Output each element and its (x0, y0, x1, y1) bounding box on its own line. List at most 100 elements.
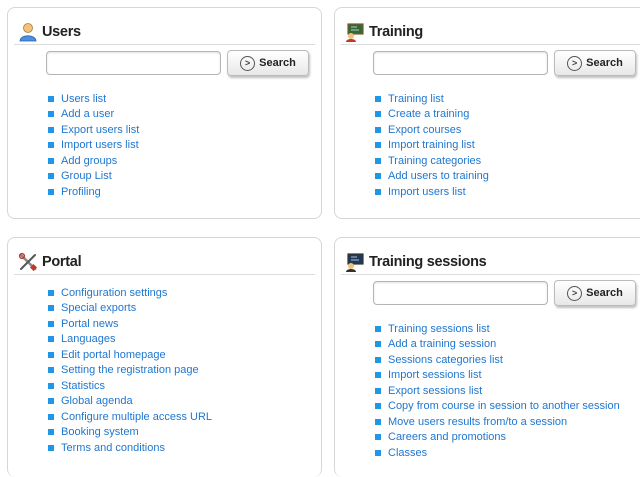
list-item[interactable]: Configuration settings (48, 285, 212, 301)
training-search-button[interactable]: > Search (554, 50, 636, 76)
portal-divider (14, 274, 315, 275)
list-item[interactable]: Global agenda (48, 394, 212, 410)
bullet-icon (375, 188, 381, 195)
users-link[interactable]: Profiling (61, 186, 101, 198)
sessions-link[interactable]: Import sessions list (388, 369, 482, 381)
sessions-link[interactable]: Move users results from/to a session (388, 416, 567, 428)
bullet-icon (375, 418, 381, 425)
list-item[interactable]: Training list (375, 91, 489, 107)
blackboard-icon (345, 22, 365, 42)
list-item[interactable]: Sessions categories list (375, 352, 620, 368)
sessions-link[interactable]: Careers and promotions (388, 431, 506, 443)
portal-link[interactable]: Terms and conditions (61, 442, 165, 454)
bullet-icon (48, 367, 54, 374)
chevron-right-icon: > (567, 55, 583, 71)
users-header: Users (18, 20, 321, 44)
training-links: Training list Create a training Export c… (375, 91, 489, 200)
list-item[interactable]: Careers and promotions (375, 430, 620, 446)
list-item[interactable]: Add a user (48, 107, 139, 123)
training-link[interactable]: Add users to training (388, 170, 489, 182)
blackboard-icon (345, 252, 365, 272)
bullet-icon (375, 126, 381, 133)
bullet-icon (48, 289, 54, 296)
portal-link[interactable]: Languages (61, 333, 115, 345)
list-item[interactable]: Add users to training (375, 169, 489, 185)
list-item[interactable]: Terms and conditions (48, 440, 212, 456)
training-link[interactable]: Import training list (388, 139, 475, 151)
bullet-icon (375, 157, 381, 164)
list-item[interactable]: Profiling (48, 184, 139, 200)
sessions-search-input[interactable] (373, 281, 548, 305)
list-item[interactable]: Languages (48, 332, 212, 348)
portal-link[interactable]: Configure multiple access URL (61, 411, 212, 423)
list-item[interactable]: Add groups (48, 153, 139, 169)
list-item[interactable]: Edit portal homepage (48, 347, 212, 363)
training-link[interactable]: Training list (388, 93, 444, 105)
list-item[interactable]: Setting the registration page (48, 363, 212, 379)
list-item[interactable]: Portal news (48, 316, 212, 332)
portal-header: Portal (18, 250, 321, 274)
list-item[interactable]: Special exports (48, 301, 212, 317)
training-link[interactable]: Create a training (388, 108, 469, 120)
users-search-button[interactable]: > Search (227, 50, 309, 76)
bullet-icon (48, 111, 54, 118)
users-search-input[interactable] (46, 51, 221, 75)
sessions-link[interactable]: Copy from course in session to another s… (388, 400, 620, 412)
portal-link[interactable]: Statistics (61, 380, 105, 392)
list-item[interactable]: Import training list (375, 138, 489, 154)
list-item[interactable]: Training sessions list (375, 321, 620, 337)
list-item[interactable]: Create a training (375, 107, 489, 123)
users-link[interactable]: Add a user (61, 108, 114, 120)
bullet-icon (48, 398, 54, 405)
portal-link[interactable]: Global agenda (61, 395, 133, 407)
sessions-link[interactable]: Add a training session (388, 338, 496, 350)
list-item[interactable]: Training categories (375, 153, 489, 169)
list-item[interactable]: Import users list (48, 138, 139, 154)
users-panel: Users > Search Users list Add a user Exp… (7, 7, 322, 219)
users-link[interactable]: Group List (61, 170, 112, 182)
list-item[interactable]: Users list (48, 91, 139, 107)
training-header: Training (345, 20, 640, 44)
sessions-search-button[interactable]: > Search (554, 280, 636, 306)
portal-link[interactable]: Edit portal homepage (61, 349, 166, 361)
training-link[interactable]: Training categories (388, 155, 481, 167)
portal-link[interactable]: Portal news (61, 318, 118, 330)
sessions-title: Training sessions (369, 254, 487, 270)
list-item[interactable]: Classes (375, 445, 620, 461)
sessions-link[interactable]: Classes (388, 447, 427, 459)
users-search-label: Search (259, 57, 296, 69)
list-item[interactable]: Move users results from/to a session (375, 414, 620, 430)
training-divider (341, 44, 640, 45)
sessions-link[interactable]: Export sessions list (388, 385, 482, 397)
bullet-icon (48, 429, 54, 436)
list-item[interactable]: Group List (48, 169, 139, 185)
portal-link[interactable]: Booking system (61, 426, 139, 438)
bullet-icon (375, 434, 381, 441)
list-item[interactable]: Statistics (48, 378, 212, 394)
users-link[interactable]: Export users list (61, 124, 139, 136)
list-item[interactable]: Booking system (48, 425, 212, 441)
sessions-search: > Search (373, 280, 636, 306)
list-item[interactable]: Export sessions list (375, 383, 620, 399)
list-item[interactable]: Export users list (48, 122, 139, 138)
sessions-link[interactable]: Sessions categories list (388, 354, 503, 366)
training-search-input[interactable] (373, 51, 548, 75)
users-link[interactable]: Users list (61, 93, 106, 105)
portal-link[interactable]: Configuration settings (61, 287, 167, 299)
portal-link[interactable]: Setting the registration page (61, 364, 199, 376)
training-link[interactable]: Import users list (388, 186, 466, 198)
list-item[interactable]: Add a training session (375, 337, 620, 353)
list-item[interactable]: Import sessions list (375, 368, 620, 384)
list-item[interactable]: Export courses (375, 122, 489, 138)
bullet-icon (48, 413, 54, 420)
sessions-links: Training sessions list Add a training se… (375, 321, 620, 461)
sessions-search-label: Search (586, 287, 623, 299)
users-link[interactable]: Add groups (61, 155, 117, 167)
list-item[interactable]: Copy from course in session to another s… (375, 399, 620, 415)
sessions-link[interactable]: Training sessions list (388, 323, 490, 335)
training-link[interactable]: Export courses (388, 124, 461, 136)
list-item[interactable]: Import users list (375, 184, 489, 200)
portal-link[interactable]: Special exports (61, 302, 136, 314)
list-item[interactable]: Configure multiple access URL (48, 409, 212, 425)
users-link[interactable]: Import users list (61, 139, 139, 151)
